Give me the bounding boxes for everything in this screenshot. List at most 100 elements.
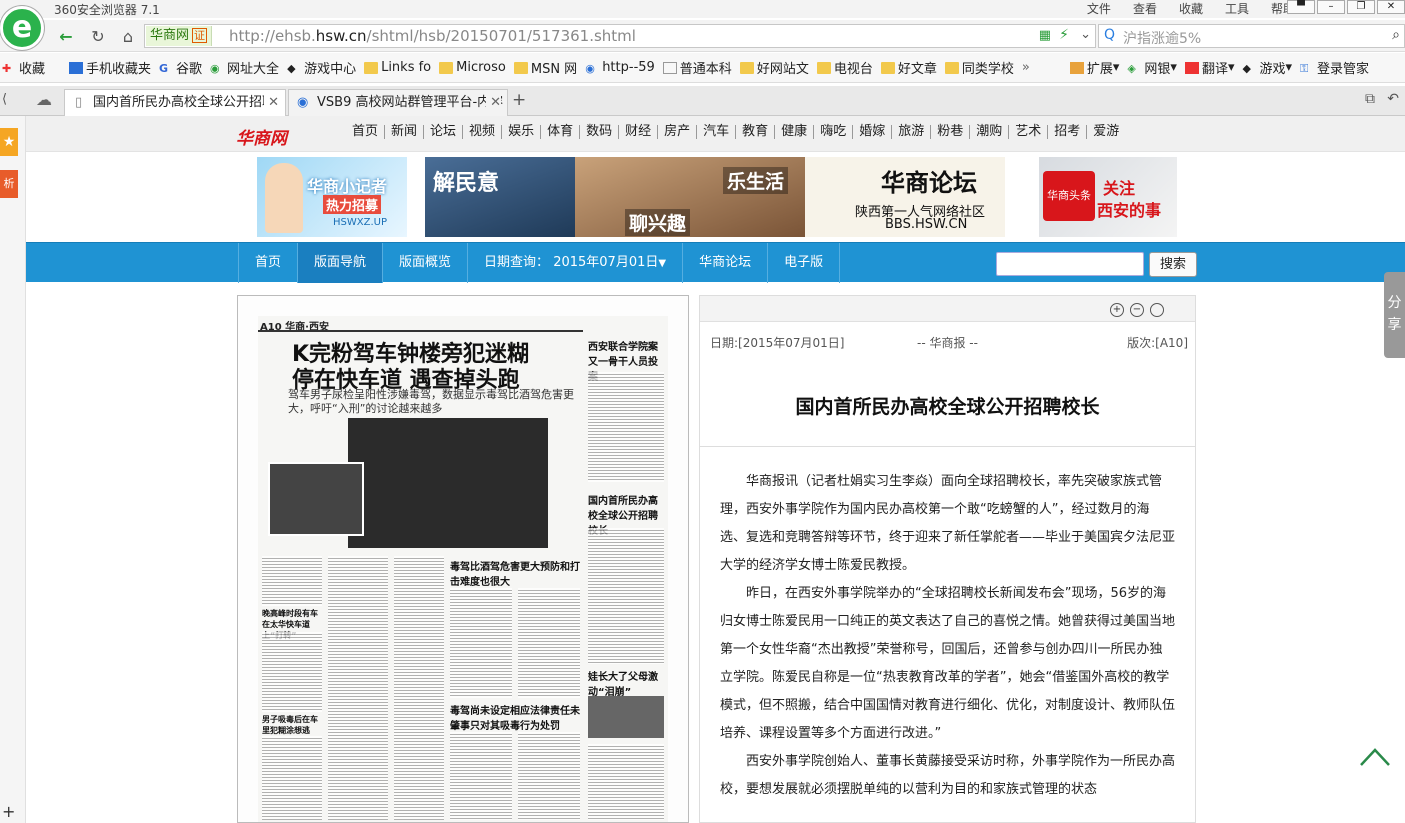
- site-logo[interactable]: 华商网: [236, 124, 287, 149]
- topnav-item[interactable]: 嗨吃: [814, 125, 854, 139]
- bookmark-games[interactable]: ◆ 游戏中心: [287, 58, 356, 78]
- bookmark-undergrad[interactable]: 普通本科: [662, 58, 732, 77]
- topnav-item[interactable]: 汽车: [697, 125, 737, 139]
- bookmark-schools[interactable]: 同类学校: [944, 58, 1014, 77]
- bookmark-hao[interactable]: ◉ 网址大全: [210, 58, 279, 78]
- nav-bbs[interactable]: 华商论坛: [682, 243, 767, 283]
- menu-view[interactable]: 查看: [1133, 0, 1157, 17]
- back-icon[interactable]: ←: [54, 26, 78, 48]
- banner-little-reporter[interactable]: 华商小记者 热力招募 HSWXZ.UP: [257, 157, 407, 237]
- bookmark-label: 同类学校: [961, 62, 1014, 77]
- topnav-item[interactable]: 财经: [619, 125, 659, 139]
- topnav-item[interactable]: 房产: [658, 125, 698, 139]
- translate-button[interactable]: 翻译 ▾: [1184, 58, 1234, 77]
- topnav-item[interactable]: 粉巷: [931, 125, 971, 139]
- topnav-item[interactable]: 论坛: [424, 125, 464, 139]
- maximize-icon[interactable]: ❐: [1347, 0, 1375, 14]
- cloud-icon[interactable]: ☁: [36, 90, 52, 109]
- nav-date-query[interactable]: 日期查询： 2015年07月01日▼: [467, 243, 682, 283]
- site-search-button[interactable]: 搜索: [1149, 252, 1197, 277]
- bookmark-links[interactable]: Links fo: [364, 60, 431, 75]
- site-identity-badge[interactable]: 华商网证: [146, 26, 213, 46]
- topnav-item[interactable]: 旅游: [892, 125, 932, 139]
- close-tab-icon[interactable]: ✕: [486, 90, 501, 115]
- search-box[interactable]: Q 沪指涨逾5% ⌕: [1098, 24, 1405, 48]
- paper-text-col: [394, 556, 444, 820]
- topnav-item[interactable]: 娱乐: [502, 125, 542, 139]
- newspaper-page-image[interactable]: A10 华商·西安 K完粉驾车钟楼旁犯迷糊 停在快车道 遇查掉头跑 驾车男子尿检…: [237, 295, 689, 823]
- menu-file[interactable]: 文件: [1087, 0, 1111, 17]
- site-search-input[interactable]: [996, 252, 1144, 276]
- games-button[interactable]: ◆ 游戏 ▾: [1242, 58, 1292, 77]
- caret-down-icon[interactable]: ▼: [658, 258, 666, 269]
- topnav-item[interactable]: 视频: [463, 125, 503, 139]
- new-tab-icon[interactable]: +: [512, 90, 526, 110]
- nav-home[interactable]: 首页: [238, 243, 297, 283]
- bookmark-goodsites[interactable]: 好网站文: [739, 58, 809, 77]
- tab-current[interactable]: ▯ 国内首所民办高校全球公开招聘 ✕: [64, 89, 286, 116]
- bookmark-label: 好网站文: [756, 62, 809, 77]
- topnav-item[interactable]: 新闻: [385, 125, 425, 139]
- bookmark-tv[interactable]: 电视台: [816, 58, 873, 77]
- bookmark-mobile[interactable]: 手机收藏夹: [69, 58, 151, 77]
- banner-headlines[interactable]: 华商头条 关注 西安的事: [1039, 157, 1177, 237]
- chevron-down-icon[interactable]: ⌄: [1080, 27, 1091, 42]
- more-bookmarks-icon[interactable]: »: [1022, 60, 1030, 75]
- topnav-item[interactable]: 教育: [736, 125, 776, 139]
- address-bar[interactable]: 华商网证 http://ehsb.hsw.cn/shtml/hsb/201507…: [144, 24, 1096, 48]
- bookmark-http59[interactable]: ◉ http--59: [585, 60, 655, 75]
- search-engine-icon[interactable]: Q: [1104, 27, 1115, 43]
- bookmark-favorites[interactable]: ✚ 收藏: [2, 58, 45, 78]
- url-text[interactable]: http://ehsb.hsw.cn/shtml/hsb/20150701/51…: [229, 27, 636, 45]
- qr-icon[interactable]: ▦: [1039, 28, 1051, 43]
- date-value[interactable]: 2015年07月01日: [553, 255, 658, 270]
- topnav-item[interactable]: 首页: [346, 125, 386, 139]
- add-icon[interactable]: +: [2, 802, 15, 821]
- topnav-item[interactable]: 艺术: [1009, 125, 1049, 139]
- menu-tools[interactable]: 工具: [1225, 0, 1249, 17]
- bank-button[interactable]: ◈ 网银 ▾: [1127, 58, 1177, 77]
- speed-icon[interactable]: ⚡: [1059, 27, 1069, 43]
- bookmark-msn[interactable]: MSN 网: [513, 58, 577, 77]
- home-icon[interactable]: ⌂: [116, 26, 140, 48]
- topnav-item[interactable]: 婚嫁: [853, 125, 893, 139]
- site-topnav: 首页 新闻 论坛 视频 娱乐 体育 数码 财经 房产 汽车 教育 健康 嗨吃 婚…: [346, 125, 1125, 139]
- nav-page-overview[interactable]: 版面概览: [382, 243, 467, 283]
- undo-close-icon[interactable]: ↶: [1387, 91, 1399, 107]
- back-to-top-icon[interactable]: [1360, 745, 1390, 767]
- nav-page-navigation[interactable]: 版面导航 ▼: [297, 243, 383, 294]
- paper-text-col: [262, 632, 322, 712]
- menu-favorites[interactable]: 收藏: [1179, 0, 1203, 17]
- refresh-icon[interactable]: ↻: [86, 26, 110, 48]
- zoom-out-icon[interactable]: −: [1130, 303, 1144, 317]
- zoom-reset-icon[interactable]: [1150, 303, 1164, 317]
- topnav-item[interactable]: 爱游: [1087, 125, 1125, 139]
- skin-icon[interactable]: ▀: [1287, 0, 1315, 14]
- close-tab-icon[interactable]: ✕: [264, 90, 279, 115]
- search-icon[interactable]: ⌕: [1392, 27, 1400, 43]
- banner-bbs[interactable]: 解民意 乐生活 聊兴趣 华商论坛 陕西第一人气网络社区 BBS.HSW.CN: [425, 157, 1005, 237]
- tab-scroll-left-icon[interactable]: ⟨: [2, 92, 7, 107]
- tab-vsb9[interactable]: ◉ VSB9 高校网站群管理平台-内容 ✕: [288, 89, 508, 116]
- nav-epaper[interactable]: 电子版: [767, 243, 841, 283]
- topnav-item[interactable]: 数码: [580, 125, 620, 139]
- close-icon[interactable]: ✕: [1377, 0, 1405, 14]
- minimize-icon[interactable]: –: [1317, 0, 1345, 14]
- url-path: /shtml/hsb/20150701/517361.shtml: [366, 27, 636, 45]
- search-input[interactable]: 沪指涨逾5%: [1123, 28, 1201, 48]
- topnav-item[interactable]: 潮购: [970, 125, 1010, 139]
- star-icon[interactable]: ★: [0, 128, 18, 156]
- browser-logo-icon[interactable]: e: [0, 6, 44, 50]
- tab-list-icon[interactable]: ⧉: [1365, 91, 1375, 107]
- topnav-item[interactable]: 招考: [1048, 125, 1088, 139]
- zoom-in-icon[interactable]: +: [1110, 303, 1124, 317]
- bookmark-google[interactable]: G 谷歌: [159, 58, 202, 78]
- login-manager-button[interactable]: ⚿ 登录管家: [1300, 58, 1369, 78]
- extensions-button[interactable]: 扩展 ▾: [1069, 58, 1119, 77]
- bookmark-articles[interactable]: 好文章: [880, 58, 937, 77]
- news-icon[interactable]: 析: [0, 170, 18, 198]
- bookmark-microsoft[interactable]: Microso: [439, 60, 506, 75]
- topnav-item[interactable]: 体育: [541, 125, 581, 139]
- topnav-item[interactable]: 健康: [775, 125, 815, 139]
- share-tab[interactable]: 分享: [1384, 272, 1405, 358]
